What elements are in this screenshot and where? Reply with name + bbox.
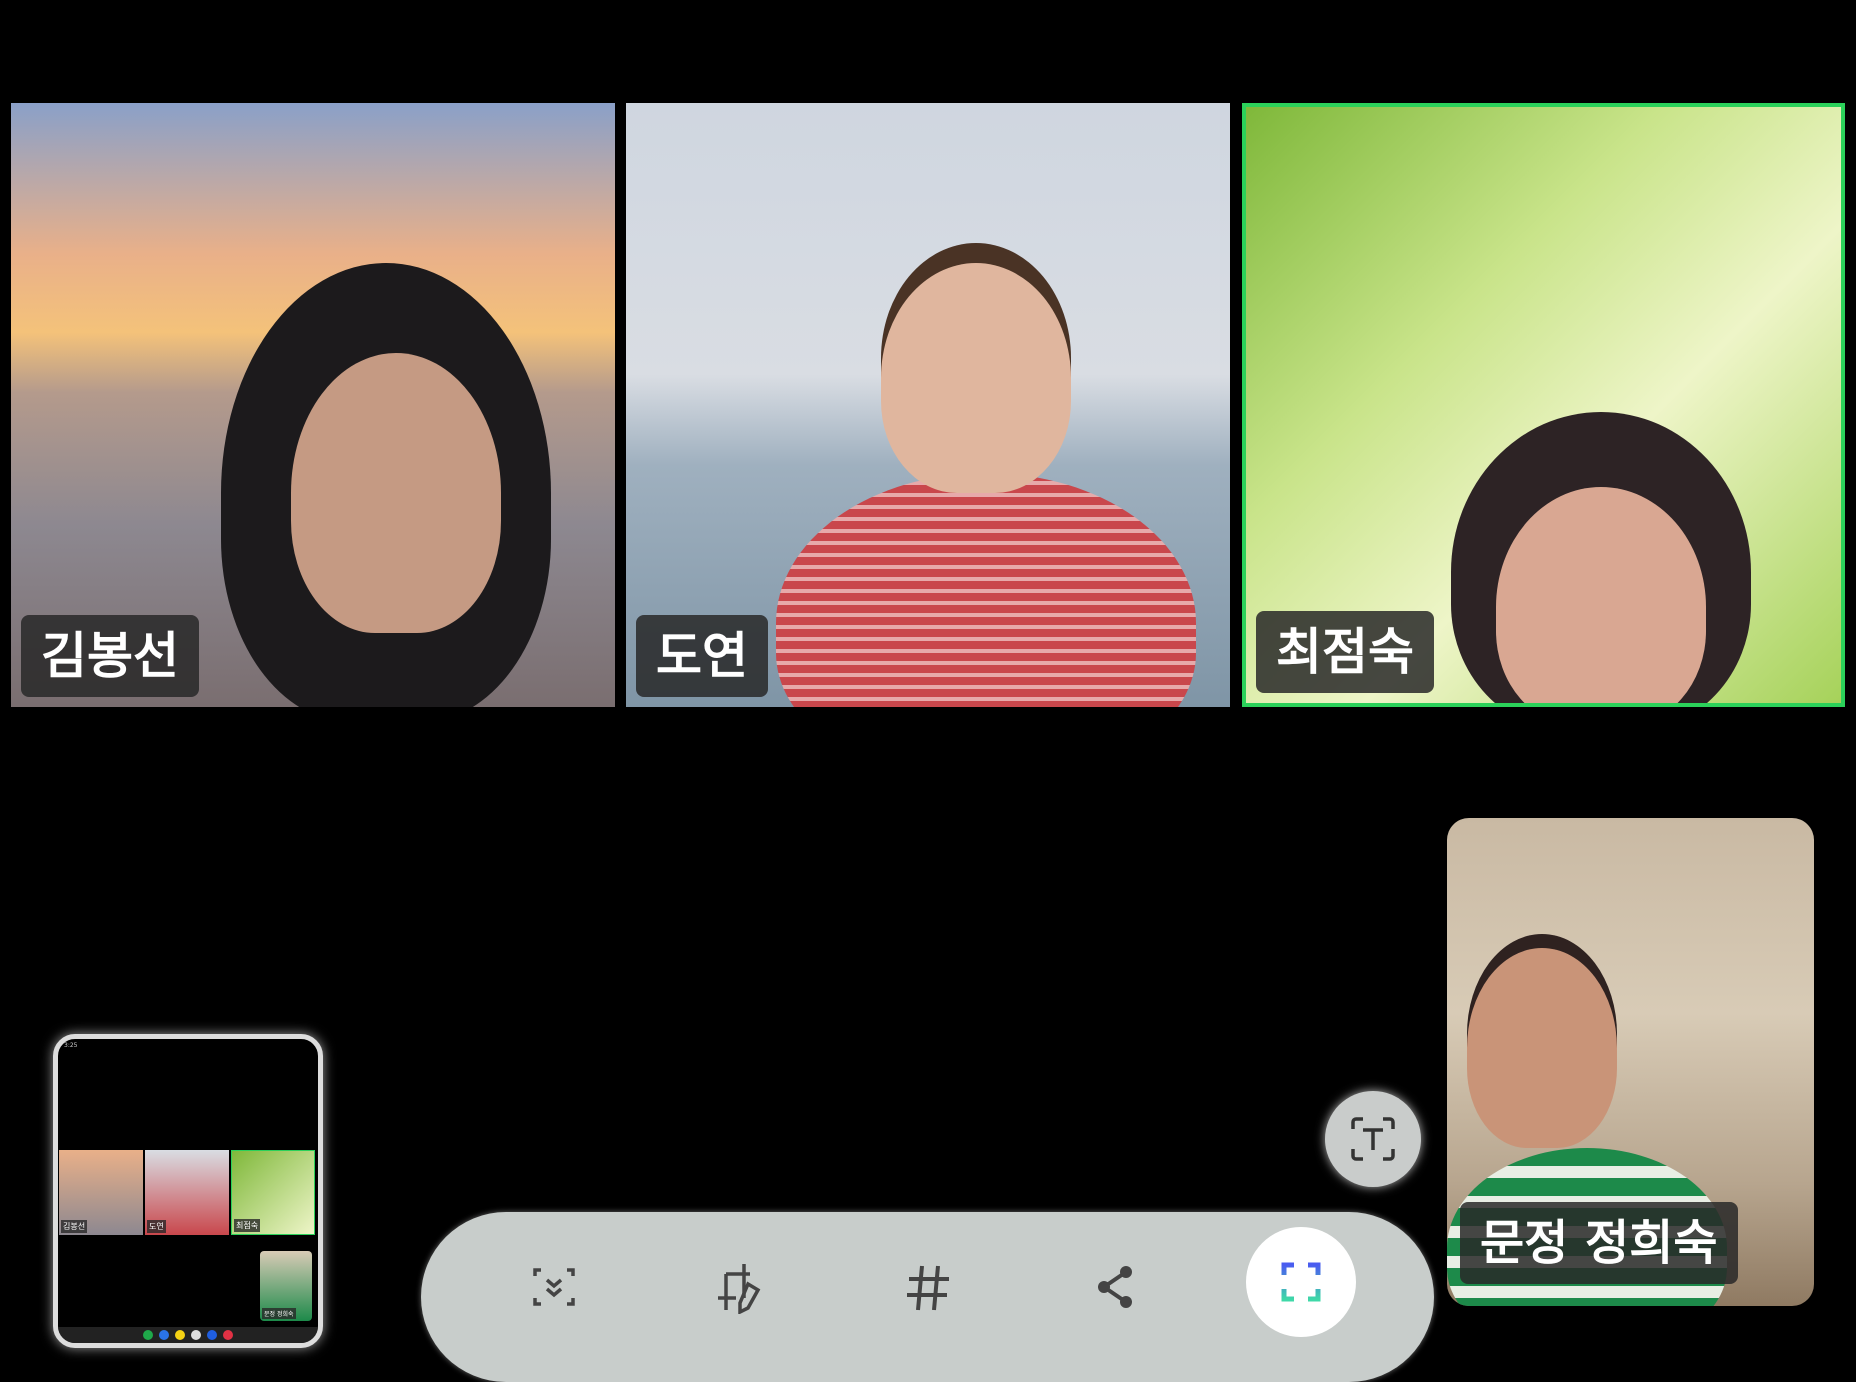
self-view-tile[interactable]: 문정 정희숙 xyxy=(1447,818,1814,1306)
app-icon xyxy=(159,1330,169,1340)
scroll-capture-button[interactable] xyxy=(524,1257,584,1317)
mini-name: 김봉선 xyxy=(61,1220,88,1233)
mini-name: 최점숙 xyxy=(234,1219,261,1232)
app-icon xyxy=(207,1330,217,1340)
participant-shirt xyxy=(776,473,1196,707)
capture-frame-icon xyxy=(1281,1262,1321,1302)
app-icon xyxy=(175,1330,185,1340)
tag-button[interactable] xyxy=(898,1257,958,1317)
participant-face xyxy=(291,353,501,633)
status-time: 3:25 xyxy=(64,1042,78,1049)
app-icon xyxy=(143,1330,153,1340)
screenshot-toolbar xyxy=(421,1212,1434,1382)
participant-name-label: 김봉선 xyxy=(21,615,199,697)
video-tile-participant-3-active-speaker[interactable]: 최점숙 xyxy=(1242,103,1845,707)
mini-tile: 최점숙 xyxy=(231,1150,315,1235)
hashtag-icon xyxy=(907,1265,949,1311)
video-tile-participant-2[interactable]: 도연 xyxy=(626,103,1230,707)
video-tile-participant-1[interactable]: 김봉선 xyxy=(11,103,615,707)
mini-tile: 김봉선 xyxy=(59,1150,143,1235)
screenshot-preview-thumbnail[interactable]: 3:25 김봉선 도연 최점숙 문정 정희숙 xyxy=(53,1034,323,1348)
mini-self-tile: 문정 정희숙 xyxy=(260,1251,312,1321)
mini-name: 문정 정희숙 xyxy=(262,1308,296,1319)
mini-name: 도연 xyxy=(147,1220,166,1233)
mini-taskbar xyxy=(58,1327,318,1343)
self-face xyxy=(1467,948,1617,1148)
share-icon xyxy=(1098,1266,1132,1308)
capture-area-button[interactable] xyxy=(1246,1227,1356,1337)
draw-button[interactable] xyxy=(711,1257,771,1317)
extract-text-button[interactable] xyxy=(1325,1091,1421,1187)
share-button[interactable] xyxy=(1085,1257,1145,1317)
participant-face xyxy=(881,263,1071,493)
scroll-capture-icon xyxy=(533,1268,575,1306)
self-name-label: 문정 정희숙 xyxy=(1460,1202,1738,1284)
participant-name-label: 최점숙 xyxy=(1256,611,1434,693)
app-icon xyxy=(223,1330,233,1340)
crop-edit-icon xyxy=(718,1264,761,1314)
participant-name-label: 도연 xyxy=(636,615,768,697)
app-icon xyxy=(191,1330,201,1340)
text-extract-icon xyxy=(1351,1117,1395,1161)
mini-tile: 도연 xyxy=(145,1150,229,1235)
